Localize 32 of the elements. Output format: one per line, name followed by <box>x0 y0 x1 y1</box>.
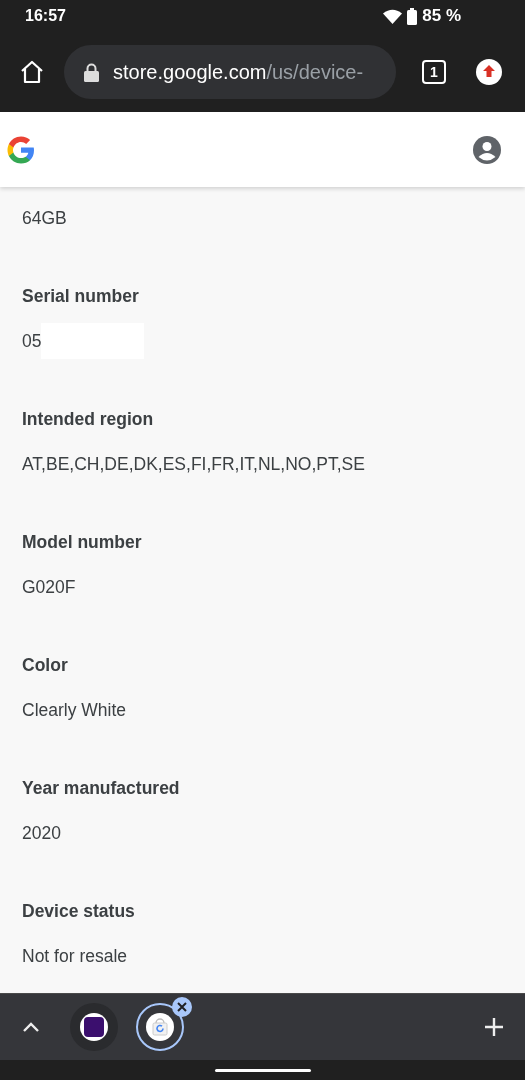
tab-button[interactable] <box>136 1003 184 1051</box>
tab-button[interactable] <box>70 1003 118 1051</box>
field-label: Serial number <box>22 285 140 308</box>
battery-icon <box>407 7 418 25</box>
status-time: 16:57 <box>25 7 66 25</box>
account-icon[interactable] <box>473 135 501 164</box>
shopping-bag-icon <box>146 1013 174 1041</box>
wifi-icon <box>383 8 403 24</box>
field-label: Year manufactured <box>22 777 181 800</box>
field-value: Not for resale <box>22 945 128 968</box>
battery-level: 85 % <box>422 6 461 26</box>
new-tab-button[interactable] <box>483 1016 505 1038</box>
field-value: G020F <box>22 576 76 599</box>
address-bar[interactable]: store.google.com/us/device- <box>64 45 396 99</box>
field-value: 64GB <box>22 207 67 230</box>
close-tab-button[interactable] <box>172 997 192 1017</box>
site-favicon <box>80 1013 108 1041</box>
field-value: AT,BE,CH,DE,DK,ES,FI,FR,IT,NL,NO,PT,SE <box>22 453 365 476</box>
field-value: Clearly White <box>22 699 127 722</box>
field-label: Model number <box>22 531 143 554</box>
field-label: Color <box>22 654 69 677</box>
update-button[interactable] <box>476 59 502 85</box>
url-text: store.google.com/us/device- <box>113 60 364 84</box>
field-value: 2020 <box>22 822 61 845</box>
field-label: Device status <box>22 900 136 923</box>
lock-icon <box>84 62 99 82</box>
tab-switcher-button[interactable]: 1 <box>422 60 446 84</box>
chevron-up-icon[interactable] <box>22 1021 40 1033</box>
close-icon <box>177 1002 187 1012</box>
field-value: 05 <box>22 330 42 353</box>
gesture-handle[interactable] <box>214 1068 311 1072</box>
field-label: Intended region <box>22 408 155 431</box>
